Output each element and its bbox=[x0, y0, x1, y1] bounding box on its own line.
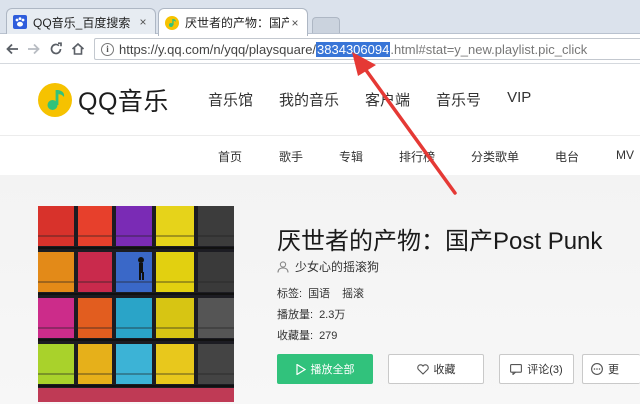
forward-arrow-icon bbox=[28, 43, 40, 54]
subnav-home[interactable]: 首页 bbox=[218, 148, 242, 165]
tab-title: QQ音乐_百度搜索 bbox=[33, 15, 131, 30]
playlist-cover-image[interactable] bbox=[38, 206, 234, 402]
tag-rock[interactable]: 摇滚 bbox=[342, 288, 364, 300]
browser-toolbar: i https://y.qq.com/n/yqq/playsquare/3834… bbox=[0, 34, 640, 64]
nav-vip[interactable]: VIP bbox=[507, 89, 531, 110]
favs-count: 279 bbox=[319, 330, 338, 342]
url-suffix: .html#stat=y_new.playlist.pic_click bbox=[390, 41, 588, 57]
comment-label: 评论(3) bbox=[527, 364, 563, 376]
more-button[interactable]: 更 bbox=[582, 354, 640, 384]
site-header: QQ音乐 音乐馆 我的音乐 客户端 音乐号 VIP bbox=[0, 65, 640, 135]
favs-label: 收藏量: bbox=[277, 330, 314, 342]
subnav-charts[interactable]: 排行榜 bbox=[399, 148, 435, 165]
tags-label: 标签: bbox=[277, 288, 303, 300]
subnav-mv[interactable]: MV bbox=[616, 148, 634, 162]
subnav-albums[interactable]: 专辑 bbox=[339, 148, 363, 165]
nav-my-music[interactable]: 我的音乐 bbox=[279, 89, 339, 110]
logo-text: QQ音乐 bbox=[78, 88, 169, 116]
qq-music-logo[interactable]: QQ音乐 bbox=[38, 82, 169, 118]
play-all-button[interactable]: 播放全部 bbox=[277, 354, 373, 384]
browser-tab-strip: QQ音乐_百度搜索 × 厌世者的产物：国产Post × bbox=[0, 0, 640, 36]
home-icon bbox=[71, 42, 85, 55]
playlist-plays: 播放量: 2.3万 bbox=[277, 306, 345, 322]
tab-close-icon[interactable]: × bbox=[289, 16, 301, 30]
user-icon bbox=[277, 260, 289, 273]
comment-button[interactable]: 评论(3) bbox=[499, 354, 574, 384]
subnav-singers[interactable]: 歌手 bbox=[279, 148, 303, 165]
baidu-paw-icon bbox=[13, 15, 27, 29]
playlist-tags: 标签: 国语 摇滚 bbox=[277, 285, 370, 301]
new-tab-button[interactable] bbox=[312, 17, 340, 33]
heart-icon bbox=[416, 363, 429, 375]
reload-icon bbox=[50, 41, 62, 54]
comment-icon bbox=[510, 363, 523, 375]
play-all-label: 播放全部 bbox=[310, 364, 355, 376]
home-button[interactable] bbox=[68, 38, 88, 60]
back-button[interactable] bbox=[2, 38, 22, 60]
tab-qq-music-playlist[interactable]: 厌世者的产物：国产Post × bbox=[158, 8, 308, 36]
favorite-label: 收藏 bbox=[433, 364, 456, 376]
nav-client[interactable]: 客户端 bbox=[365, 89, 410, 110]
url-prefix: https://y.qq.com/n/yqq/playsquare/ bbox=[119, 41, 317, 57]
back-arrow-icon bbox=[6, 43, 18, 54]
plays-label: 播放量: bbox=[277, 309, 314, 321]
main-nav: 音乐馆 我的音乐 客户端 音乐号 VIP bbox=[208, 89, 557, 110]
qq-music-logo-icon bbox=[38, 83, 72, 117]
tab-close-icon[interactable]: × bbox=[137, 15, 149, 29]
sub-nav: 首页 歌手 专辑 排行榜 分类歌单 电台 MV bbox=[0, 135, 640, 175]
nav-music-account[interactable]: 音乐号 bbox=[436, 89, 481, 110]
playlist-favs: 收藏量: 279 bbox=[277, 327, 337, 343]
plays-count: 2.3万 bbox=[319, 309, 346, 321]
subnav-radio[interactable]: 电台 bbox=[555, 148, 579, 165]
playlist-creator[interactable]: 少女心的摇滚狗 bbox=[277, 258, 379, 275]
tab-title: 厌世者的产物：国产Post bbox=[185, 16, 289, 30]
more-label: 更 bbox=[608, 364, 619, 376]
creator-name: 少女心的摇滚狗 bbox=[295, 260, 380, 274]
reload-button[interactable] bbox=[46, 38, 66, 60]
play-icon bbox=[295, 363, 306, 375]
address-bar[interactable]: i https://y.qq.com/n/yqq/playsquare/3834… bbox=[94, 38, 640, 60]
subnav-playlists[interactable]: 分类歌单 bbox=[471, 148, 519, 165]
qq-music-icon bbox=[165, 15, 179, 30]
playlist-title: 厌世者的产物：国产Post Punk bbox=[277, 228, 603, 255]
nav-music-hall[interactable]: 音乐馆 bbox=[208, 89, 253, 110]
more-icon bbox=[591, 363, 603, 375]
url-selected-id: 3834306094 bbox=[316, 41, 391, 57]
forward-button[interactable] bbox=[24, 38, 44, 60]
tag-mandarin[interactable]: 国语 bbox=[308, 288, 330, 300]
page-info-icon[interactable]: i bbox=[101, 42, 114, 56]
favorite-button[interactable]: 收藏 bbox=[388, 354, 484, 384]
tab-baidu-search[interactable]: QQ音乐_百度搜索 × bbox=[6, 8, 156, 35]
playlist-detail: 厌世者的产物：国产Post Punk 少女心的摇滚狗 标签: 国语 摇滚 播放量: 2… bbox=[0, 175, 640, 404]
